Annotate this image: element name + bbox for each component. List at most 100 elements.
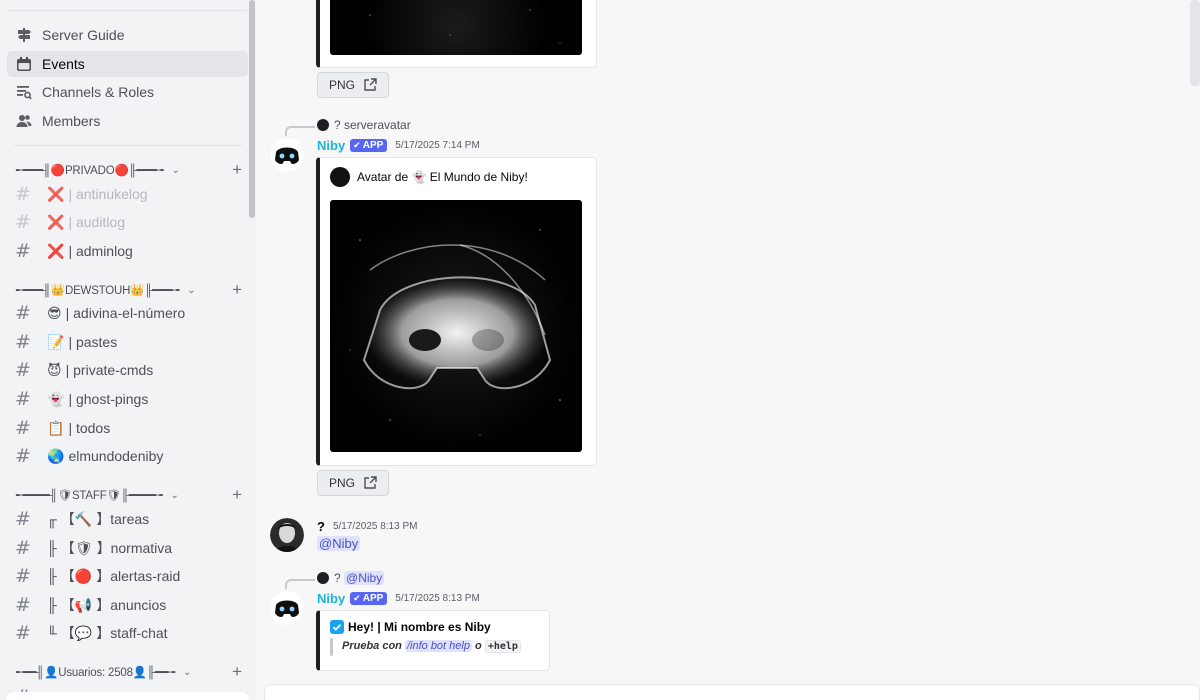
channel-name: | todos: [68, 420, 111, 436]
png-label: PNG: [328, 78, 355, 92]
avatar-embed: Avatar de 👻 El Mundo de Niby!: [316, 157, 597, 466]
embed-image[interactable]: [330, 0, 582, 55]
hashtag-icon: #: [15, 622, 31, 644]
category-usuarios[interactable]: ╾━━╢👤Usuarios: 2508👤╟━━╼ ⌄ +: [16, 662, 248, 682]
hashtag-icon: #: [15, 445, 31, 467]
desc-text: Prueba con: [342, 640, 402, 652]
embed-author-avatar: [330, 167, 350, 187]
chevron-down-icon: ⌄: [171, 164, 180, 176]
create-channel-icon[interactable]: +: [232, 160, 242, 180]
app-badge: ✔ APP: [350, 139, 388, 152]
channel-emoji: 📋: [47, 419, 65, 436]
username[interactable]: Niby: [317, 138, 345, 153]
channel-name: anuncios: [110, 597, 167, 613]
sidebar-divider: [7, 10, 247, 11]
category-staff[interactable]: ╾━━━━╢🛡STAFF🛡╟━━━━╼ ⌄ +: [16, 485, 248, 505]
reply-spine: [285, 579, 315, 589]
hashtag-icon: #: [15, 331, 31, 353]
channel-name: | adivina-el-número: [65, 305, 186, 321]
reply-reference[interactable]: ? serveravatar: [317, 118, 411, 132]
embed-title: Hey! | Mi nombre es Niby: [330, 620, 491, 634]
inline-code: +help: [484, 640, 521, 653]
members-icon: [15, 112, 33, 130]
channel-item[interactable]: # ╙ 【💬】 staff-chat: [7, 620, 248, 646]
reply-text: ? serveravatar: [334, 118, 411, 132]
stars-image: [369, 9, 561, 44]
channel-emoji: ❌: [47, 242, 65, 259]
channel-sidebar: Server Guide Events Channels & Roles Mem…: [0, 0, 256, 700]
hashtag-icon: #: [15, 594, 31, 616]
signpost-icon: [15, 26, 33, 44]
sidebar-scrollbar[interactable]: [249, 0, 255, 218]
reply-reference[interactable]: ? @Niby: [317, 571, 385, 585]
hashtag-icon: #: [15, 302, 31, 324]
channel-browse-icon: [15, 83, 33, 101]
channel-name: alertas-raid: [110, 568, 181, 584]
quote-bar: [330, 638, 333, 656]
channel-item[interactable]: # ╟ 【🛡】 normativa: [7, 535, 248, 561]
channel-emoji: 💬: [74, 624, 93, 641]
embed-image[interactable]: [330, 200, 582, 452]
channel-item[interactable]: # ❌ | antinukelog: [7, 181, 248, 207]
channel-item[interactable]: # 😎 | adivina-el-número: [7, 300, 248, 326]
badge-label: APP: [362, 140, 384, 151]
png-link-button[interactable]: PNG: [317, 72, 389, 98]
username[interactable]: ?: [317, 519, 325, 534]
channel-item[interactable]: # ╓ 【🔨】 tareas: [7, 506, 248, 532]
timestamp: 5/17/2025 8:13 PM: [395, 593, 480, 604]
channel-item[interactable]: # ╟ 【📢】 anuncios: [7, 592, 248, 618]
nav-events[interactable]: Events: [7, 51, 248, 77]
create-channel-icon[interactable]: +: [232, 662, 242, 682]
hashtag-icon: #: [15, 211, 31, 233]
channel-name: | pastes: [68, 334, 118, 350]
create-channel-icon[interactable]: +: [232, 280, 242, 300]
chevron-down-icon: ⌄: [187, 284, 196, 296]
nav-label: Members: [42, 113, 101, 129]
avatar[interactable]: [270, 518, 304, 552]
category-name: ╾━━━╢👑DEWSTOUH👑╟━━━╼: [16, 285, 180, 297]
avatar[interactable]: [270, 591, 304, 625]
nav-server-guide[interactable]: Server Guide: [7, 22, 248, 48]
checkmark-icon: ✔: [353, 140, 361, 150]
timestamp: 5/17/2025 7:14 PM: [395, 140, 480, 151]
chat-scrollbar[interactable]: [1190, 0, 1200, 86]
embed-author-text: Avatar de 👻 El Mundo de Niby!: [357, 170, 528, 184]
category-privado[interactable]: ╾━━━╢🔴PRIVADO🔴╟━━━╼ ⌄ +: [16, 160, 248, 180]
channel-item[interactable]: # 👻 | ghost-pings: [7, 386, 248, 412]
hashtag-icon: #: [15, 417, 31, 439]
channel-name: tareas: [110, 511, 150, 527]
channel-item[interactable]: # ╟ 【🔴】 alertas-raid: [7, 563, 248, 589]
chevron-down-icon: ⌄: [170, 489, 179, 501]
external-link-icon: [364, 78, 377, 91]
category-dewstouh[interactable]: ╾━━━╢👑DEWSTOUH👑╟━━━╼ ⌄ +: [16, 280, 248, 300]
nav-members[interactable]: Members: [7, 108, 248, 134]
channel-name: | adminlog: [68, 243, 133, 259]
nav-label: Events: [42, 56, 85, 72]
channel-name: normativa: [110, 540, 173, 556]
command-mention[interactable]: /info bot help: [404, 640, 472, 652]
channel-item[interactable]: # 😈 | private-cmds: [7, 357, 248, 383]
category-name: ╾━━━━╢🛡STAFF🛡╟━━━━╼: [16, 490, 163, 502]
nav-channels-roles[interactable]: Channels & Roles: [7, 79, 248, 105]
message-composer[interactable]: [264, 684, 1200, 700]
channel-item[interactable]: # 🌏 elmundodeniby: [7, 443, 248, 469]
user-mention[interactable]: @Niby: [317, 536, 361, 551]
png-link-button[interactable]: PNG: [317, 470, 389, 496]
hashtag-icon: #: [15, 183, 31, 205]
channel-item[interactable]: # ❌ | adminlog: [7, 238, 248, 264]
nav-label: Server Guide: [42, 27, 125, 43]
create-channel-icon[interactable]: +: [232, 485, 242, 505]
channel-item[interactable]: # 📝 | pastes: [7, 329, 248, 355]
nav-label: Channels & Roles: [42, 84, 155, 100]
username[interactable]: Niby: [317, 591, 345, 606]
glowing-discord-logo-image: [349, 229, 561, 436]
reply-mention[interactable]: @Niby: [344, 571, 385, 585]
channel-emoji: 🌏: [47, 447, 65, 464]
channel-item[interactable]: # 📋 | todos: [7, 415, 248, 441]
channel-prefix: ╓: [47, 511, 57, 527]
image-embed: [316, 0, 597, 68]
desc-text: o: [475, 640, 482, 652]
reply-avatar: [317, 572, 329, 584]
avatar[interactable]: [270, 138, 304, 172]
channel-item[interactable]: # ❌ | auditlog: [7, 209, 248, 235]
